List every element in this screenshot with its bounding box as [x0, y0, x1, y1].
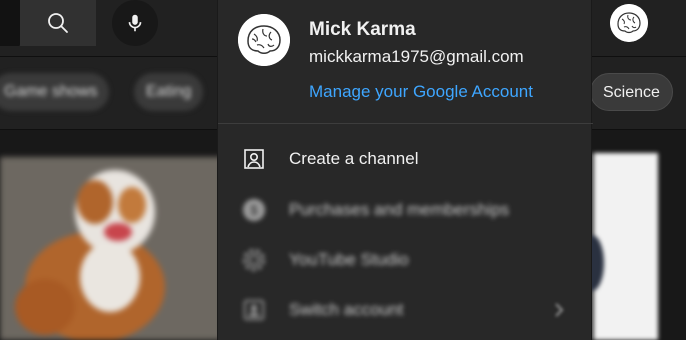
search-input[interactable] — [0, 0, 20, 46]
switch-account-icon — [242, 298, 266, 322]
search-button[interactable] — [20, 0, 96, 46]
brain-avatar-image — [610, 4, 648, 42]
manage-google-account-link[interactable]: Manage your Google Account — [309, 82, 533, 102]
video-thumbnail[interactable] — [586, 153, 658, 340]
video-thumbnail[interactable] — [0, 157, 222, 340]
avatar — [238, 14, 290, 66]
avatar[interactable] — [610, 4, 648, 42]
menu-item-label: YouTube Studio — [289, 250, 409, 269]
studio-gear-icon — [242, 248, 266, 272]
voice-search-button[interactable] — [112, 0, 158, 46]
mic-icon — [128, 14, 142, 32]
svg-text:$: $ — [250, 203, 257, 218]
menu-item-create-channel[interactable]: Create a channel — [218, 134, 593, 184]
menu-item-youtube-studio[interactable]: YouTube Studio — [218, 235, 593, 285]
account-header: Mick Karma mickkarma1975@gmail.com Manag… — [218, 0, 593, 124]
chip-eating[interactable]: Eating — [134, 73, 204, 111]
menu-item-label: Switch account — [289, 300, 404, 319]
chip-science[interactable]: Science — [590, 73, 673, 111]
dog-thumbnail-image — [0, 157, 222, 340]
account-name: Mick Karma — [309, 19, 416, 40]
menu-item-purchases[interactable]: $ Purchases and memberships — [218, 185, 593, 235]
dollar-icon: $ — [242, 198, 266, 222]
brain-avatar-image — [238, 14, 290, 66]
create-channel-icon — [242, 147, 266, 171]
menu-item-label: Purchases and memberships — [289, 200, 510, 219]
chevron-right-icon — [555, 303, 564, 317]
menu-item-switch-account[interactable]: Switch account — [218, 285, 593, 335]
account-menu: Mick Karma mickkarma1975@gmail.com Manag… — [217, 0, 593, 340]
search-icon — [48, 13, 68, 33]
account-email: mickkarma1975@gmail.com — [309, 47, 524, 66]
partial-thumbnail-image — [586, 153, 658, 340]
chip-game-shows[interactable]: Game shows — [0, 73, 110, 111]
menu-item-label: Create a channel — [289, 149, 419, 168]
